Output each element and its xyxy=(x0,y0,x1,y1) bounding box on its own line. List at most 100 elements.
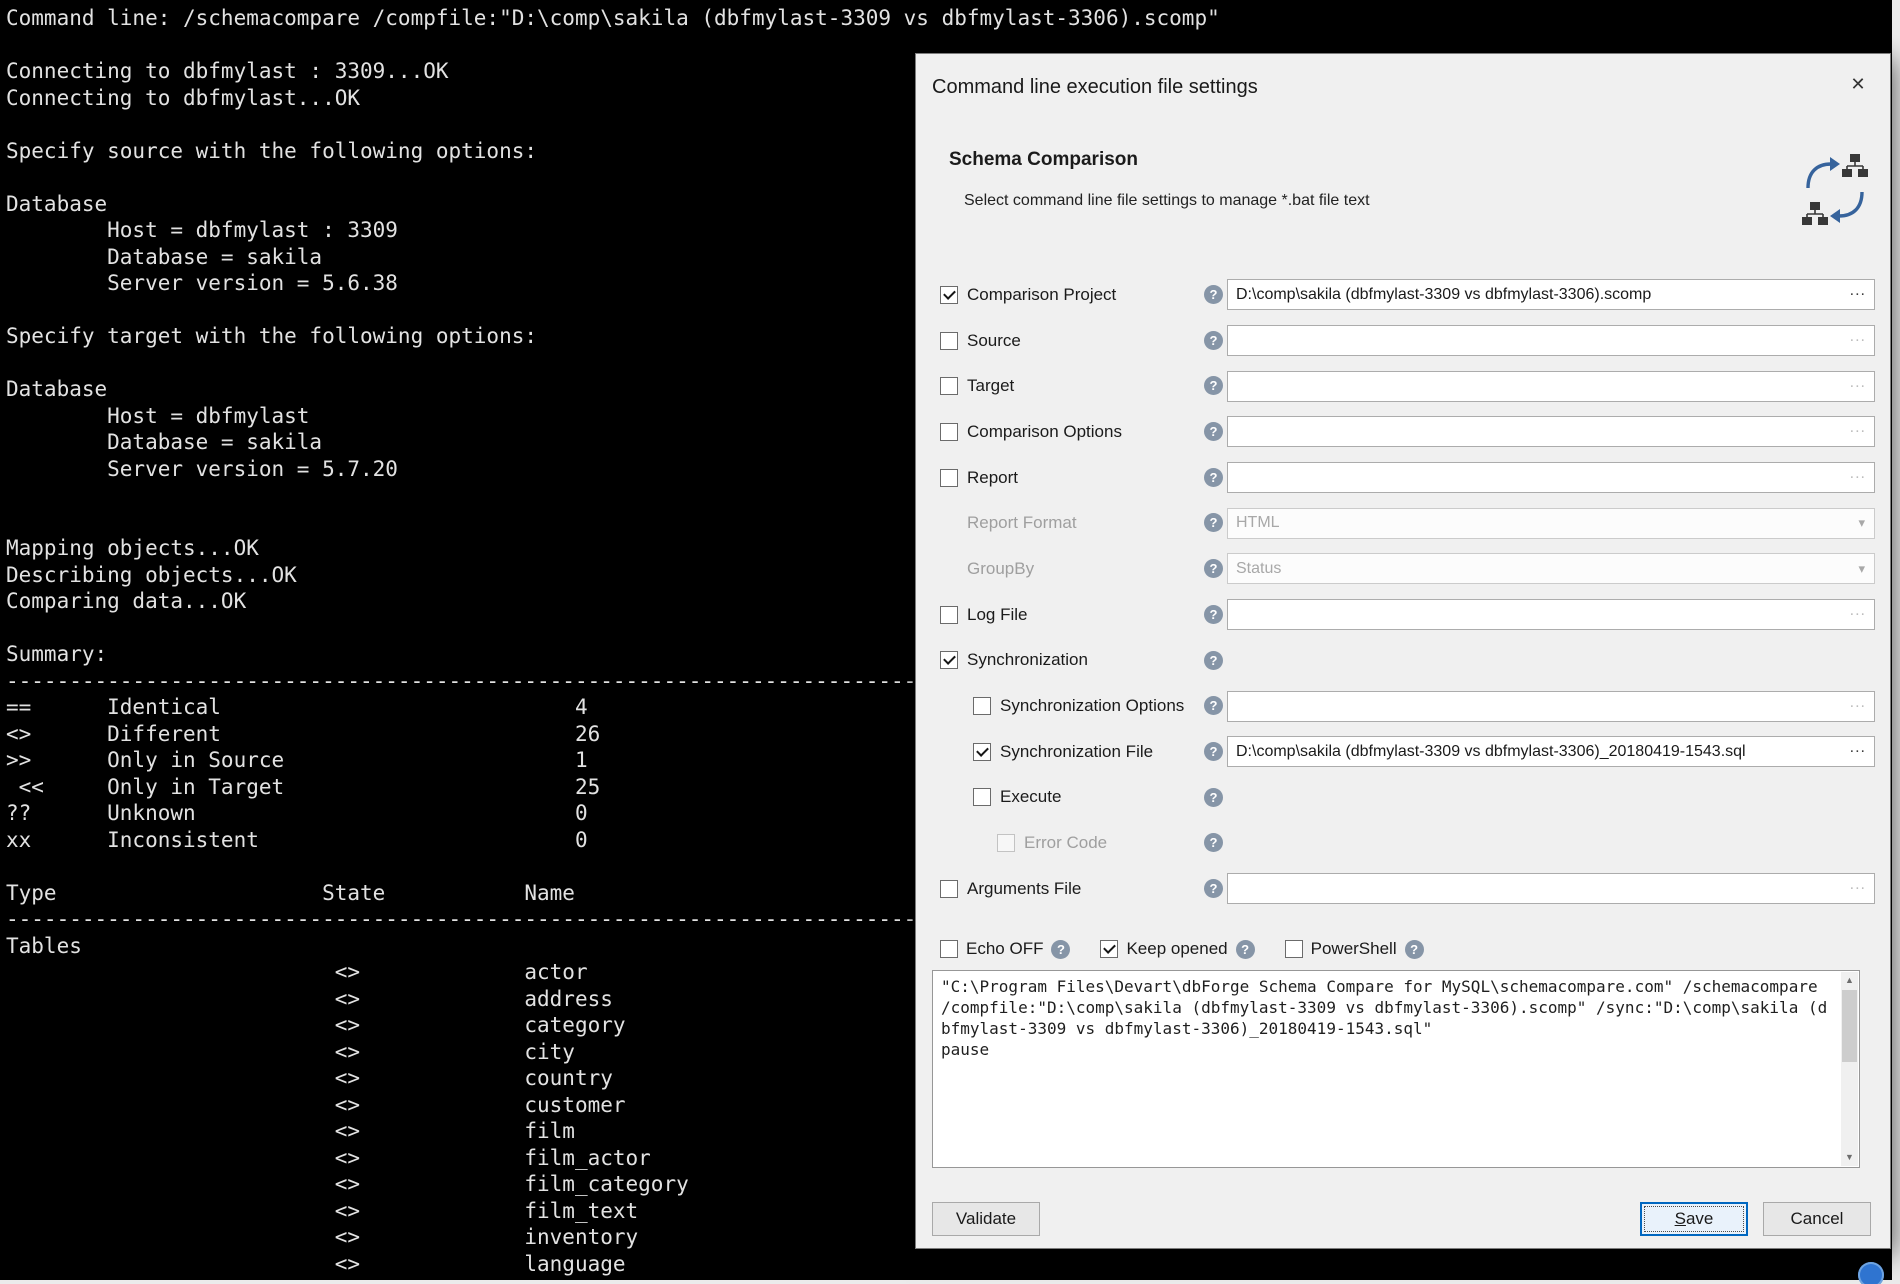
help-icon[interactable]: ? xyxy=(1204,422,1223,441)
option-label: Keep opened xyxy=(1126,939,1227,959)
dropdown-arrow-icon: ▾ xyxy=(1858,561,1865,577)
row-label: Synchronization Options xyxy=(1000,696,1184,716)
option-label: PowerShell xyxy=(1311,939,1397,959)
arguments-file-input[interactable]: ... xyxy=(1227,873,1875,904)
groupby-dropdown[interactable]: Status ▾ xyxy=(1227,553,1875,584)
close-button[interactable]: ✕ xyxy=(1844,70,1872,98)
setting-row-source: Source ? ... xyxy=(940,318,1875,364)
source-checkbox[interactable] xyxy=(940,332,958,350)
error-code-checkbox[interactable] xyxy=(997,834,1015,852)
row-label: Source xyxy=(967,331,1021,351)
dropdown-arrow-icon: ▾ xyxy=(1858,515,1865,531)
synchronization-checkbox[interactable] xyxy=(940,651,958,669)
scroll-down-icon[interactable]: ▼ xyxy=(1841,1149,1858,1166)
help-icon[interactable]: ? xyxy=(1204,879,1223,898)
screen: Command line: /schemacompare /compfile:"… xyxy=(0,0,1900,1284)
help-icon[interactable]: ? xyxy=(1204,788,1223,807)
help-icon[interactable]: ? xyxy=(1204,376,1223,395)
log-file-checkbox[interactable] xyxy=(940,606,958,624)
help-icon[interactable]: ? xyxy=(1204,833,1223,852)
browse-button[interactable]: ... xyxy=(1850,694,1866,712)
execute-checkbox[interactable] xyxy=(973,788,991,806)
setting-row-error-code: Error Code ? xyxy=(940,820,1875,866)
cancel-button[interactable]: Cancel xyxy=(1763,1202,1871,1236)
row-label: Execute xyxy=(1000,787,1061,807)
scrollbar-thumb[interactable] xyxy=(1842,990,1857,1062)
field-value: HTML xyxy=(1236,514,1280,532)
echo-off-checkbox[interactable] xyxy=(940,940,958,958)
option-label: Echo OFF xyxy=(966,939,1043,959)
help-icon[interactable]: ? xyxy=(1204,651,1223,670)
setting-row-synchronization-options: Synchronization Options ? ... xyxy=(940,683,1875,729)
browse-button[interactable]: ... xyxy=(1850,328,1866,346)
row-label: Comparison Project xyxy=(967,285,1116,305)
help-icon[interactable]: ? xyxy=(1204,559,1223,578)
setting-row-comparison-project: Comparison Project ? D:\comp\sakila (dbf… xyxy=(940,272,1875,318)
report-checkbox[interactable] xyxy=(940,469,958,487)
bat-options-row: Echo OFF ? Keep opened ? PowerShell ? xyxy=(940,934,1424,964)
help-icon[interactable]: ? xyxy=(1204,513,1223,532)
log-file-input[interactable]: ... xyxy=(1227,599,1875,630)
browse-button[interactable]: ... xyxy=(1850,374,1866,392)
help-icon[interactable]: ? xyxy=(1204,605,1223,624)
setting-row-synchronization-file: Synchronization File ? D:\comp\sakila (d… xyxy=(940,729,1875,775)
setting-row-report: Report ? ... xyxy=(940,455,1875,501)
synchronization-options-checkbox[interactable] xyxy=(973,697,991,715)
target-input[interactable]: ... xyxy=(1227,371,1875,402)
target-checkbox[interactable] xyxy=(940,377,958,395)
report-input[interactable]: ... xyxy=(1227,462,1875,493)
browse-button[interactable]: ... xyxy=(1850,282,1866,300)
browse-button[interactable]: ... xyxy=(1850,876,1866,894)
comparison-project-input[interactable]: D:\comp\sakila (dbfmylast-3309 vs dbfmyl… xyxy=(1227,279,1875,310)
row-label: GroupBy xyxy=(967,559,1034,579)
help-icon[interactable]: ? xyxy=(1204,696,1223,715)
help-icon[interactable]: ? xyxy=(1236,940,1255,959)
help-icon[interactable]: ? xyxy=(1204,468,1223,487)
synchronization-file-input[interactable]: D:\comp\sakila (dbfmylast-3309 vs dbfmyl… xyxy=(1227,736,1875,767)
browse-button[interactable]: ... xyxy=(1850,419,1866,437)
field-value: Status xyxy=(1236,560,1281,578)
browse-button[interactable]: ... xyxy=(1850,739,1866,757)
bat-file-text-box[interactable]: "C:\Program Files\Devart\dbForge Schema … xyxy=(932,970,1860,1168)
setting-row-comparison-options: Comparison Options ? ... xyxy=(940,409,1875,455)
close-icon: ✕ xyxy=(1850,74,1865,94)
arguments-file-checkbox[interactable] xyxy=(940,880,958,898)
synchronization-options-input[interactable]: ... xyxy=(1227,691,1875,722)
powershell-checkbox[interactable] xyxy=(1285,940,1303,958)
comparison-project-checkbox[interactable] xyxy=(940,286,958,304)
setting-row-synchronization: Synchronization ? xyxy=(940,638,1875,684)
save-button[interactable]: Save xyxy=(1640,1202,1748,1236)
setting-row-target: Target ? ... xyxy=(940,363,1875,409)
bat-file-text: "C:\Program Files\Devart\dbForge Schema … xyxy=(941,976,1831,1162)
window-edge-bottom xyxy=(0,1280,1900,1284)
row-label: Target xyxy=(967,376,1014,396)
setting-row-arguments-file: Arguments File ? ... xyxy=(940,866,1875,912)
row-label: Report Format xyxy=(967,513,1077,533)
row-label: Synchronization File xyxy=(1000,742,1153,762)
settings-rows: Comparison Project ? D:\comp\sakila (dbf… xyxy=(940,272,1875,912)
source-input[interactable]: ... xyxy=(1227,325,1875,356)
help-icon[interactable]: ? xyxy=(1051,940,1070,959)
setting-row-report-format: Report Format ? HTML ▾ xyxy=(940,500,1875,546)
synchronization-file-checkbox[interactable] xyxy=(973,743,991,761)
help-icon[interactable]: ? xyxy=(1204,331,1223,350)
browse-button[interactable]: ... xyxy=(1850,465,1866,483)
command-line-settings-dialog: Command line execution file settings ✕ S… xyxy=(915,53,1891,1249)
comparison-options-input[interactable]: ... xyxy=(1227,416,1875,447)
field-value: D:\comp\sakila (dbfmylast-3309 vs dbfmyl… xyxy=(1236,286,1651,304)
dialog-title: Command line execution file settings xyxy=(932,76,1258,99)
row-label: Comparison Options xyxy=(967,422,1122,442)
schema-comparison-heading: Schema Comparison xyxy=(949,149,1138,171)
setting-row-log-file: Log File ? ... xyxy=(940,592,1875,638)
report-format-dropdown[interactable]: HTML ▾ xyxy=(1227,508,1875,539)
help-icon[interactable]: ? xyxy=(1204,285,1223,304)
browse-button[interactable]: ... xyxy=(1850,602,1866,620)
scroll-up-icon[interactable]: ▲ xyxy=(1841,972,1858,989)
keep-opened-checkbox[interactable] xyxy=(1100,940,1118,958)
row-label: Arguments File xyxy=(967,879,1081,899)
help-icon[interactable]: ? xyxy=(1405,940,1424,959)
comparison-options-checkbox[interactable] xyxy=(940,423,958,441)
validate-button[interactable]: Validate xyxy=(932,1202,1040,1236)
help-icon[interactable]: ? xyxy=(1204,742,1223,761)
scrollbar[interactable]: ▲ ▼ xyxy=(1841,972,1858,1166)
